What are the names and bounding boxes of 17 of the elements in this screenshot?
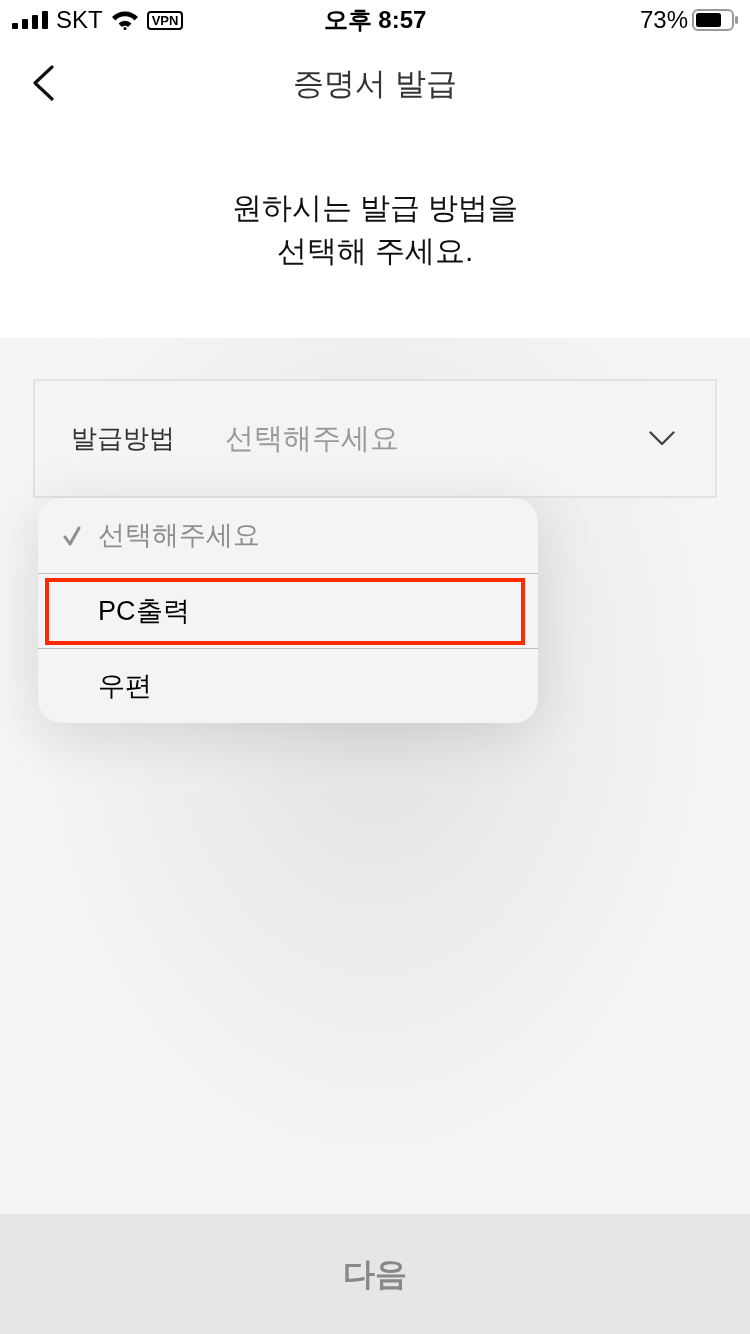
dropdown-option[interactable]: PC출력: [38, 573, 538, 648]
dropdown-option[interactable]: 우편: [38, 648, 538, 723]
page-title: 증명서 발급: [293, 67, 457, 99]
select-placeholder: 선택해주세요: [225, 420, 400, 456]
field-label: 발급방법: [71, 422, 176, 455]
wifi-icon: [110, 10, 139, 30]
status-time: 오후 8:57: [323, 6, 427, 33]
battery-icon: [692, 9, 738, 31]
back-chevron-icon: [32, 65, 54, 101]
checkmark-icon: [63, 525, 81, 546]
chevron-down-icon: [649, 431, 675, 446]
carrier-name: SKT: [56, 8, 103, 32]
instruction-text: 원하시는 발급 방법을 선택해 주세요.: [230, 190, 520, 269]
vpn-indicator: VPN: [146, 10, 184, 30]
signal-icon: [12, 11, 48, 29]
method-select-field[interactable]: 발급방법 선택해주세요: [33, 379, 717, 498]
battery-percent: 73%: [639, 8, 688, 32]
